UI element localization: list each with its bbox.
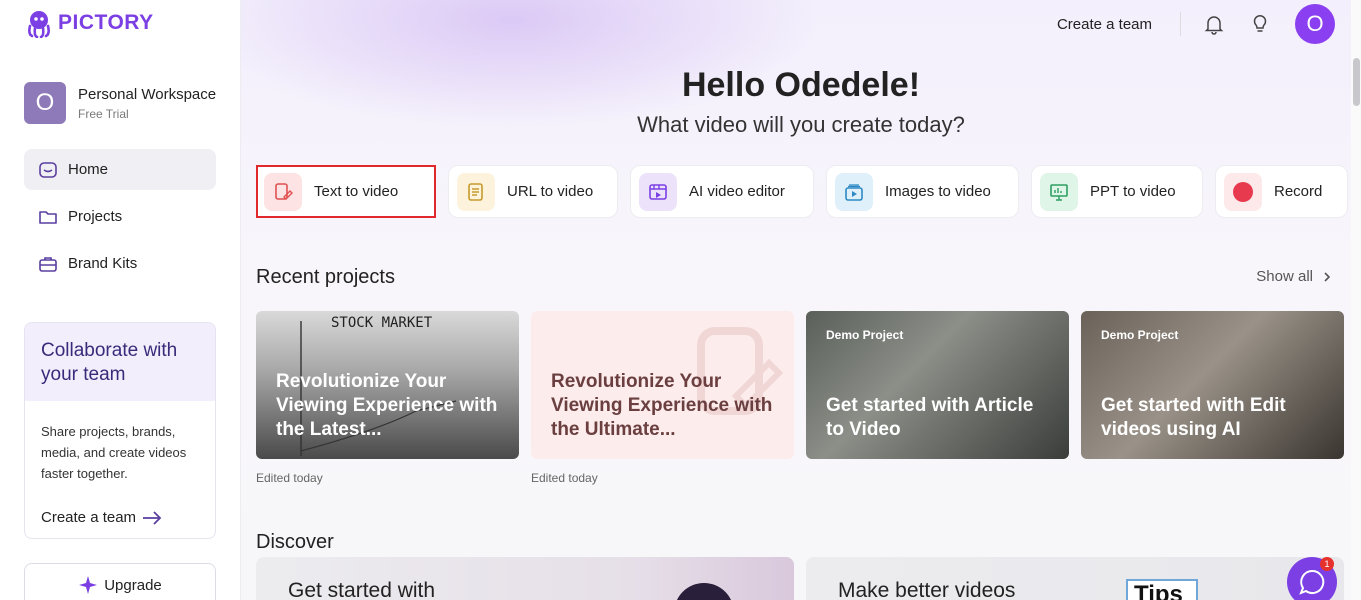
discover-card[interactable]: Make better videos Tips xyxy=(806,557,1344,600)
greeting-subtitle: What video will you create today? xyxy=(637,112,965,137)
project-title: Revolutionize Your Viewing Experience wi… xyxy=(551,371,773,440)
workspace-name: Personal Workspace xyxy=(78,85,217,103)
project-thumbnail: Demo Project Get started with Article to… xyxy=(806,311,1069,459)
action-label: Images to video xyxy=(885,183,991,200)
main-content: Create a team O Hello Odedele! What vide… xyxy=(241,0,1361,600)
briefcase-icon xyxy=(39,256,57,272)
greeting: Hello Odedele! xyxy=(681,66,921,104)
workspace-switcher[interactable]: O Personal Workspace Free Trial xyxy=(24,82,216,124)
demo-project-card[interactable]: Demo Project Get started with Edit video… xyxy=(1081,311,1344,485)
action-label: PPT to video xyxy=(1090,183,1176,200)
folder-icon xyxy=(39,210,57,224)
discover-list: Get started with Make better videos Tips xyxy=(256,557,1344,600)
collaborate-title: Collaborate with your team xyxy=(25,323,215,401)
bell-icon[interactable] xyxy=(1203,13,1225,35)
user-avatar[interactable]: O xyxy=(1295,4,1335,44)
discover-card[interactable]: Get started with xyxy=(256,557,794,600)
project-edited-time: Edited today xyxy=(531,471,598,485)
create-team-button[interactable]: Create a team xyxy=(1057,16,1152,33)
recent-projects-list: STOCK MARKET Revolutionize Your Viewing … xyxy=(256,311,1344,485)
arrow-right-icon xyxy=(143,510,162,525)
upgrade-button[interactable]: Upgrade xyxy=(24,563,216,600)
project-card[interactable]: Revolutionize Your Viewing Experience wi… xyxy=(531,311,794,485)
record-icon xyxy=(1224,172,1262,211)
project-edited-time: Edited today xyxy=(256,471,323,485)
images-to-video-button[interactable]: Images to video xyxy=(826,165,1019,218)
discover-card-title: Make better videos xyxy=(838,579,1016,600)
lightbulb-icon[interactable] xyxy=(1249,13,1271,35)
create-team-link[interactable]: Create a team xyxy=(41,509,162,526)
workspace-avatar: O xyxy=(24,82,66,124)
record-button[interactable]: Record xyxy=(1215,165,1348,218)
demo-project-card[interactable]: Demo Project Get started with Article to… xyxy=(806,311,1069,485)
sparkle-icon xyxy=(79,576,98,594)
collaborate-card: Collaborate with your team Share project… xyxy=(24,322,216,539)
tips-badge: Tips xyxy=(1126,579,1198,600)
project-thumbnail: Revolutionize Your Viewing Experience wi… xyxy=(531,311,794,459)
recent-projects-title: Recent projects xyxy=(256,266,395,288)
images-video-icon xyxy=(835,172,873,211)
project-thumbnail: Demo Project Get started with Edit video… xyxy=(1081,311,1344,459)
home-icon xyxy=(39,161,57,178)
text-to-video-button[interactable]: Text to video xyxy=(256,165,436,218)
action-label: AI video editor xyxy=(689,183,785,200)
octopus-logo-icon xyxy=(28,11,50,38)
sidebar-item-projects[interactable]: Projects xyxy=(24,196,216,237)
project-card[interactable]: STOCK MARKET Revolutionize Your Viewing … xyxy=(256,311,519,485)
ai-video-editor-button[interactable]: AI video editor xyxy=(630,165,814,218)
collaborate-description: Share projects, brands, media, and creat… xyxy=(41,424,187,481)
sidebar-item-label: Projects xyxy=(68,208,123,225)
sidebar-nav: Home Projects Brand Kits xyxy=(24,149,216,290)
demo-project-tag: Demo Project xyxy=(826,328,904,342)
url-doc-icon xyxy=(457,172,495,211)
ppt-icon xyxy=(1040,172,1078,211)
thumbnail-overlay-text: STOCK MARKET xyxy=(331,315,433,331)
discover-title: Discover xyxy=(256,531,334,553)
sidebar-item-brand-kits[interactable]: Brand Kits xyxy=(24,243,216,284)
show-all-label: Show all xyxy=(1256,268,1313,285)
ppt-to-video-button[interactable]: PPT to video xyxy=(1031,165,1203,218)
sidebar-item-label: Home xyxy=(68,161,109,178)
chat-notification-badge: 1 xyxy=(1320,557,1334,571)
project-title: Get started with Edit videos using AI xyxy=(1101,395,1286,440)
chat-bubble-icon xyxy=(1299,569,1325,595)
sidebar-item-label: Brand Kits xyxy=(68,255,138,272)
presenter-image xyxy=(674,583,734,600)
show-all-link[interactable]: Show all xyxy=(1256,268,1331,285)
project-title: Get started with Article to Video xyxy=(826,395,1034,440)
create-actions: Text to video URL to video AI video edit… xyxy=(256,165,1348,218)
top-bar: Create a team O xyxy=(1057,4,1335,44)
sidebar: PICTORY O Personal Workspace Free Trial … xyxy=(0,0,241,600)
create-team-link-label: Create a team xyxy=(41,509,137,526)
project-title: Revolutionize Your Viewing Experience wi… xyxy=(276,371,498,440)
action-label: Text to video xyxy=(314,183,399,200)
url-to-video-button[interactable]: URL to video xyxy=(448,165,618,218)
project-thumbnail: STOCK MARKET Revolutionize Your Viewing … xyxy=(256,311,519,459)
action-label: URL to video xyxy=(507,183,594,200)
logo[interactable]: PICTORY xyxy=(24,8,154,38)
discover-card-title: Get started with xyxy=(288,579,436,600)
chevron-right-icon xyxy=(1324,271,1331,282)
action-label: Record xyxy=(1274,183,1323,200)
demo-project-tag: Demo Project xyxy=(1101,328,1179,342)
scrollbar-thumb[interactable] xyxy=(1353,58,1360,106)
divider xyxy=(1180,12,1181,36)
brand-name: PICTORY xyxy=(58,11,154,34)
ai-editor-icon xyxy=(639,172,677,211)
text-to-video-icon xyxy=(264,172,302,211)
workspace-plan: Free Trial xyxy=(78,106,129,121)
sidebar-item-home[interactable]: Home xyxy=(24,149,216,190)
upgrade-label: Upgrade xyxy=(104,576,162,594)
scrollbar[interactable] xyxy=(1351,0,1361,600)
